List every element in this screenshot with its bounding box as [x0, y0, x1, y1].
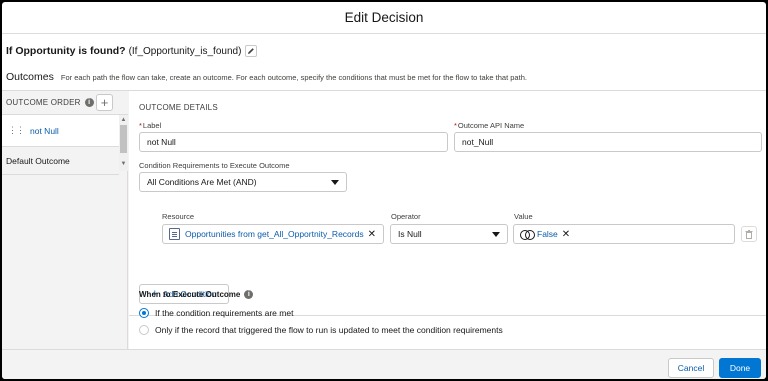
resource-pill: Opportunities from get_All_Opportnity_Re… — [166, 226, 379, 242]
remove-value-icon[interactable]: ✕ — [562, 229, 570, 240]
outcomes-description: For each path the flow can take, create … — [60, 73, 527, 82]
condition-requirements-select[interactable]: All Conditions Are Met (AND) — [139, 172, 347, 192]
required-asterisk: * — [454, 121, 457, 130]
outcome-details-title: OUTCOME DETAILS — [139, 103, 218, 112]
outcome-item-label: not Null — [30, 125, 59, 136]
outcome-order-panel: OUTCOME ORDER i + ⋮⋮ not Null Default Ou… — [2, 91, 128, 349]
radio-button-selected[interactable] — [139, 308, 149, 318]
operator-value: Is Null — [398, 229, 422, 239]
when-to-execute-title: When to Execute Outcome — [139, 290, 241, 299]
decision-title-row: If Opportunity is found? (If_Opportunity… — [6, 45, 258, 57]
value-combobox[interactable]: False ✕ — [513, 224, 735, 244]
condition-requirements-value: All Conditions Are Met (AND) — [147, 177, 257, 187]
operator-select[interactable]: Is Null — [390, 224, 508, 244]
when-to-execute-heading: When to Execute Outcome i — [139, 290, 503, 299]
when-to-execute-section: When to Execute Outcome i If the conditi… — [139, 290, 503, 335]
label-field-label: *Label — [139, 121, 161, 130]
boolean-icon — [520, 229, 535, 240]
chevron-down-icon — [492, 232, 500, 237]
outcome-list-scrollbar[interactable]: ▲ ▼ — [119, 115, 128, 171]
outcomes-heading: Outcomes For each path the flow can take… — [6, 71, 527, 83]
remove-resource-icon[interactable]: ✕ — [368, 229, 376, 240]
operator-label: Operator — [391, 212, 421, 221]
drag-handle-icon[interactable]: ⋮⋮ — [8, 125, 25, 136]
scroll-down-arrow-icon[interactable]: ▼ — [119, 161, 128, 167]
cancel-button[interactable]: Cancel — [668, 358, 714, 378]
modal-header: Edit Decision — [2, 2, 766, 34]
api-name-input[interactable]: not_Null — [454, 132, 762, 152]
info-icon[interactable]: i — [244, 290, 254, 299]
decision-name: If Opportunity is found? — [6, 45, 126, 57]
info-icon[interactable]: i — [84, 98, 94, 107]
edit-decision-modal: Edit Decision If Opportunity is found? (… — [2, 2, 766, 379]
radio-button[interactable] — [139, 325, 149, 335]
outcome-order-header: OUTCOME ORDER i + — [2, 91, 128, 115]
record-collection-icon — [169, 228, 180, 240]
label-input[interactable]: not Null — [139, 132, 448, 152]
radio-option-conditions-met[interactable]: If the condition requirements are met — [139, 308, 503, 318]
modal-footer: Cancel Done — [2, 349, 766, 379]
scrollbar-thumb[interactable] — [120, 125, 127, 153]
condition-requirements-label: Condition Requirements to Execute Outcom… — [139, 161, 290, 170]
add-outcome-button[interactable]: + — [96, 94, 113, 111]
label-field-label-text: Label — [142, 121, 162, 130]
value-pill: False ✕ — [517, 226, 573, 242]
edit-pencil-icon[interactable] — [245, 45, 258, 57]
chevron-down-icon — [331, 180, 339, 185]
delete-condition-icon[interactable] — [741, 226, 757, 242]
radio-option-label: If the condition requirements are met — [155, 308, 294, 318]
outcome-order-label: OUTCOME ORDER — [6, 98, 81, 107]
decision-api-name: (If_Opportunity_is_found) — [128, 45, 242, 57]
decision-summary: If Opportunity is found? (If_Opportunity… — [2, 34, 766, 91]
outcomes-label: Outcomes — [6, 71, 54, 83]
value-value: False — [537, 229, 558, 239]
default-outcome-item[interactable]: Default Outcome — [2, 147, 119, 175]
resource-combobox[interactable]: Opportunities from get_All_Opportnity_Re… — [162, 224, 384, 244]
resource-label: Resource — [162, 212, 195, 221]
value-label: Value — [514, 212, 533, 221]
scroll-up-arrow-icon[interactable]: ▲ — [119, 117, 128, 123]
api-name-field-label: *Outcome API Name — [454, 121, 524, 130]
radio-option-record-updated[interactable]: Only if the record that triggered the fl… — [139, 325, 503, 335]
modal-title: Edit Decision — [344, 10, 424, 25]
radio-option-label: Only if the record that triggered the fl… — [155, 325, 503, 335]
api-name-field-label-text: Outcome API Name — [457, 121, 525, 130]
required-asterisk: * — [139, 121, 142, 130]
resource-value: Opportunities from get_All_Opportnity_Re… — [185, 229, 364, 239]
outcome-item-not-null[interactable]: ⋮⋮ not Null — [2, 115, 119, 147]
done-button[interactable]: Done — [719, 358, 761, 378]
